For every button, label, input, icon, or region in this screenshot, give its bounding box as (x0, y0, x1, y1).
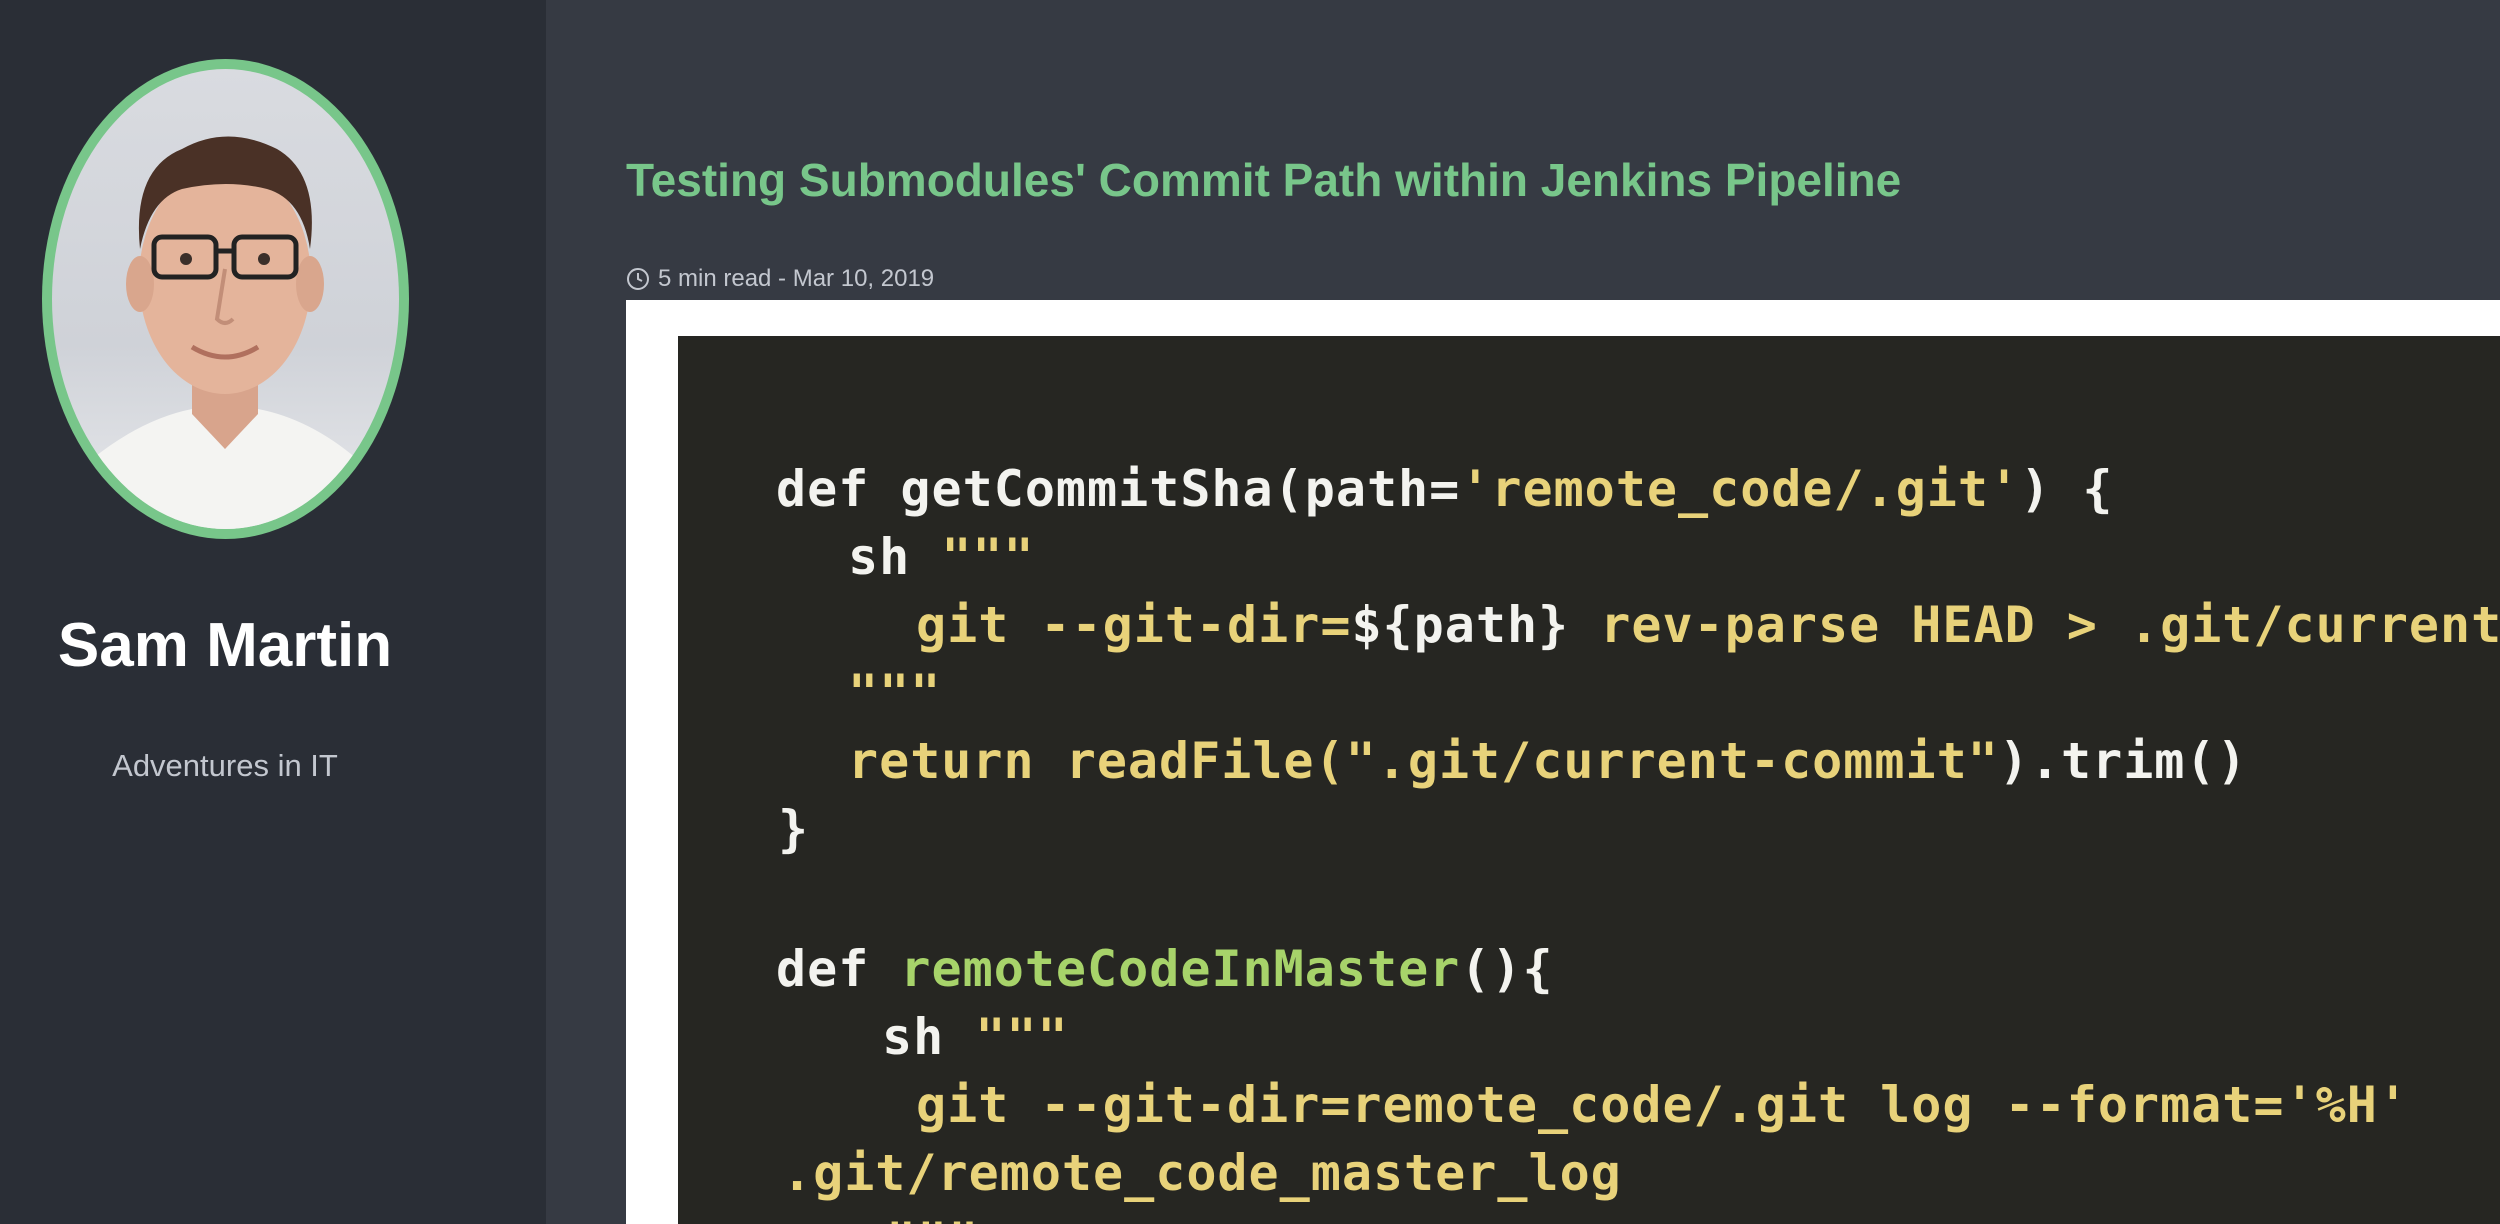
code-token: rev-parse HEAD > .git/current-commit (1600, 596, 2500, 654)
post-meta-text: 5 min read - Mar 10, 2019 (658, 265, 935, 292)
code-line: git --git-dir=${path} rev-parse HEAD > .… (916, 596, 2500, 654)
code-token: git --git-dir= (916, 596, 1352, 654)
code-line: .git/remote_code_master_log (782, 1144, 1622, 1202)
code-token: def (776, 940, 901, 998)
hero-image[interactable]: def getCommitSha(path='remote_code/.git'… (626, 300, 2500, 1224)
code-line: return readFile(".git/current-commit").t… (848, 732, 2248, 790)
avatar[interactable] (42, 59, 409, 539)
author-name[interactable]: Sam Martin (0, 610, 450, 681)
code-token: ) { (2020, 460, 2114, 518)
code-line: } (778, 800, 809, 858)
code-line: git --git-dir=remote_code/.git log --for… (916, 1076, 2409, 1134)
code-line: """ (848, 664, 941, 722)
post-meta: 5 min read - Mar 10, 2019 (626, 264, 934, 294)
code-token: remoteCodeInMaster (900, 940, 1461, 998)
code-token: """ (941, 528, 1035, 586)
code-token: """ (975, 1008, 1069, 1066)
code-token: ${path} (1351, 596, 1570, 654)
code-token: } (778, 800, 810, 858)
author-photo (52, 69, 399, 529)
clock-icon (626, 267, 650, 291)
code-line: sh """ (882, 1008, 1069, 1066)
code-screenshot: def getCommitSha(path='remote_code/.git'… (678, 336, 2500, 1224)
code-token: return readFile( (848, 732, 1346, 790)
code-token: git --git-dir=remote_code/.git log --for… (916, 1076, 2409, 1134)
code-token: .git/remote_code_master_log (782, 1144, 1622, 1202)
sidebar: Sam Martin Adventures in IT (0, 0, 546, 1224)
code-line: def getCommitSha(path='remote_code/.git'… (776, 460, 2113, 518)
site-tagline: Adventures in IT (112, 748, 338, 783)
code-token: sh (882, 1008, 976, 1066)
code-token: def getCommitSha(path= (776, 460, 1461, 518)
code-token: ).trim() (1998, 732, 2248, 790)
code-token: 'remote_code/.git' (1460, 460, 2021, 518)
code-line: def remoteCodeInMaster(){ (776, 940, 1554, 998)
code-token: """ (886, 1212, 979, 1224)
code-token: ".git/current-commit" (1345, 732, 1999, 790)
code-line: """ (886, 1212, 979, 1224)
code-token: """ (848, 664, 942, 722)
post-title[interactable]: Testing Submodules' Commit Path within J… (626, 153, 1901, 207)
code-line: sh """ (848, 528, 1035, 586)
code-token: (){ (1460, 940, 1554, 998)
code-token: sh (848, 528, 942, 586)
